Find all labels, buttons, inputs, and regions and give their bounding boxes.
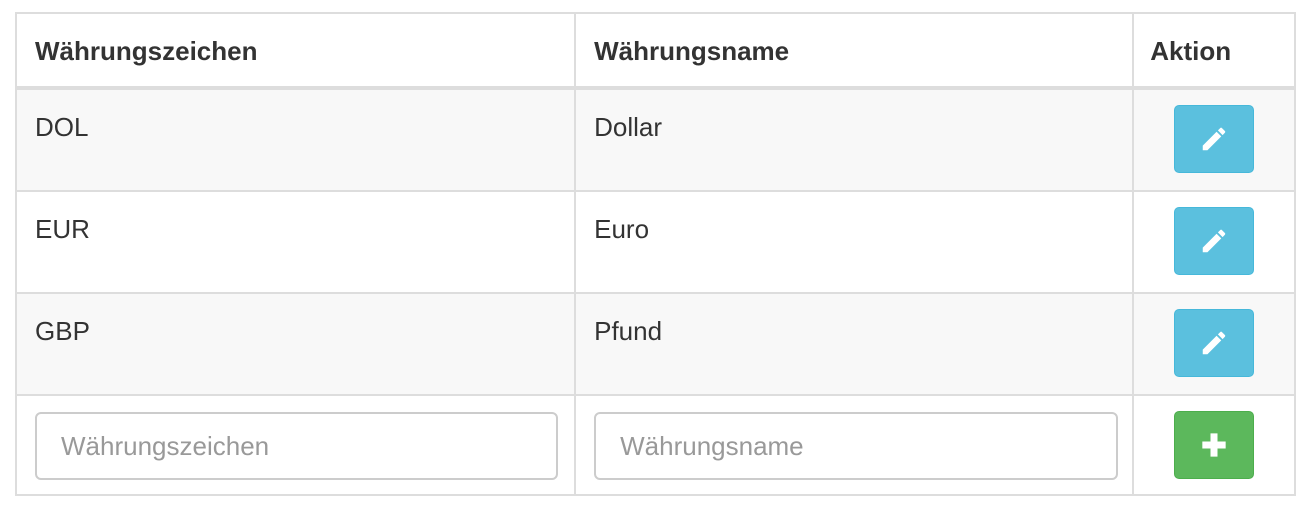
currency-code-cell: EUR bbox=[35, 214, 90, 244]
edit-button[interactable] bbox=[1174, 105, 1255, 173]
plus-icon bbox=[1202, 433, 1226, 457]
action-cell bbox=[1132, 90, 1294, 190]
edit-button[interactable] bbox=[1174, 309, 1255, 377]
new-name-cell bbox=[574, 396, 1132, 494]
currency-name-cell: Pfund bbox=[574, 294, 1132, 394]
currency-name-cell: Euro bbox=[574, 192, 1132, 292]
currency-code-input[interactable] bbox=[35, 412, 558, 480]
new-currency-row bbox=[17, 394, 1294, 494]
pencil-icon bbox=[1202, 127, 1226, 151]
table-row: GBP Pfund bbox=[17, 292, 1294, 394]
action-cell bbox=[1132, 192, 1294, 292]
edit-button[interactable] bbox=[1174, 207, 1255, 275]
currency-name-input[interactable] bbox=[594, 412, 1119, 480]
add-currency-button[interactable] bbox=[1174, 411, 1255, 479]
table-row: DOL Dollar bbox=[17, 88, 1294, 190]
currency-table: Währungszeichen Währungsname Aktion DOL … bbox=[15, 12, 1296, 496]
action-cell bbox=[1132, 396, 1294, 494]
table-header-row: Währungszeichen Währungsname Aktion bbox=[17, 14, 1294, 88]
pencil-icon bbox=[1202, 229, 1226, 253]
table-row: EUR Euro bbox=[17, 190, 1294, 292]
currency-code-cell: DOL bbox=[35, 112, 89, 142]
currency-name-cell: Dollar bbox=[574, 90, 1132, 190]
pencil-icon bbox=[1202, 331, 1226, 355]
column-header-name: Währungsname bbox=[574, 14, 1132, 86]
currency-code-cell: GBP bbox=[35, 316, 90, 346]
column-header-action: Aktion bbox=[1132, 14, 1294, 86]
column-header-code: Währungszeichen bbox=[35, 36, 258, 66]
action-cell bbox=[1132, 294, 1294, 394]
new-code-cell bbox=[17, 396, 574, 494]
